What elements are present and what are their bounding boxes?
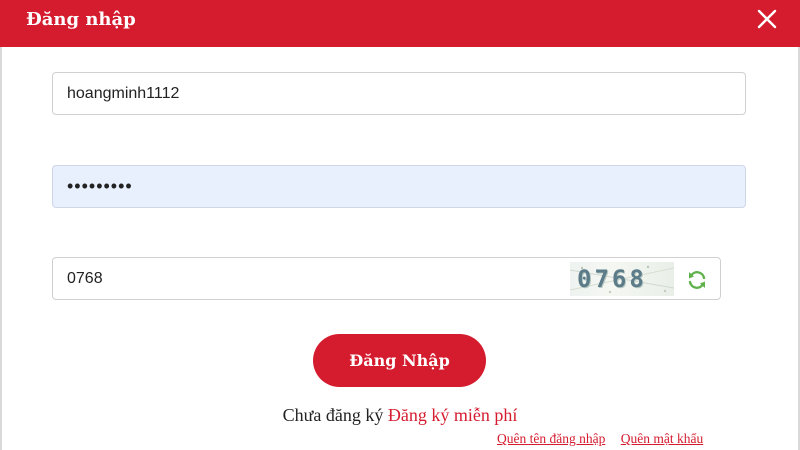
register-prompt: Chưa đăng ký bbox=[282, 405, 384, 425]
refresh-icon[interactable] bbox=[685, 268, 709, 292]
captcha-field-group: 0768 bbox=[52, 257, 721, 300]
captcha-text: 0768 bbox=[577, 265, 647, 293]
captcha-image: 0768 bbox=[570, 262, 674, 296]
username-field[interactable] bbox=[52, 72, 746, 115]
dialog-title: Đăng nhập bbox=[26, 9, 136, 30]
dialog-header: Đăng nhập bbox=[0, 0, 800, 47]
login-button[interactable]: Đăng Nhập bbox=[313, 334, 486, 387]
forgot-password-link[interactable]: Quên mật khẩu bbox=[621, 431, 703, 446]
forgot-links: Quên tên đăng nhập Quên mật khẩu bbox=[497, 431, 703, 447]
forgot-username-link[interactable]: Quên tên đăng nhập bbox=[497, 431, 605, 446]
register-link[interactable]: Đăng ký miễn phí bbox=[388, 405, 517, 425]
close-icon[interactable] bbox=[754, 6, 780, 32]
register-row: Chưa đăng ký Đăng ký miễn phí bbox=[0, 405, 800, 426]
captcha-input[interactable] bbox=[53, 258, 553, 299]
password-field[interactable] bbox=[52, 165, 746, 208]
